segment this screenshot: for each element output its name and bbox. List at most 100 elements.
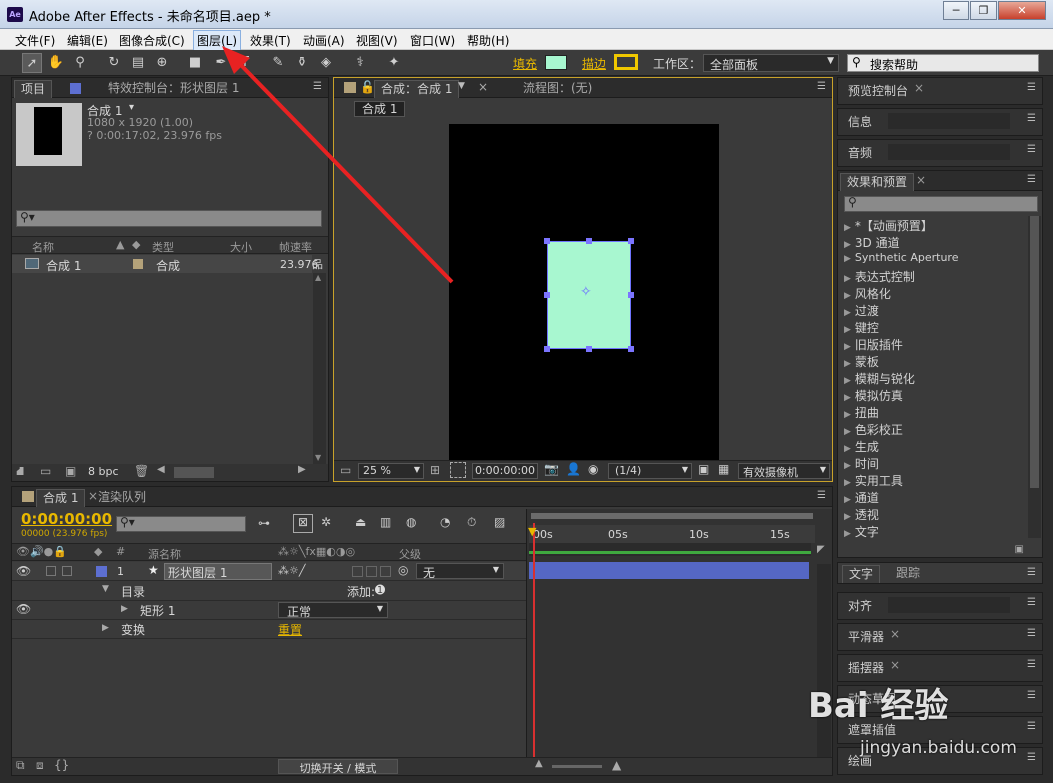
panel-menu-icon[interactable]: ☰ bbox=[1027, 82, 1036, 93]
panel-menu-icon[interactable]: ☰ bbox=[1027, 721, 1036, 732]
playhead-marker-icon[interactable]: ▼ bbox=[528, 525, 536, 538]
effect-category[interactable]: ▶ 透视 bbox=[844, 506, 879, 523]
timeline-vscroll[interactable] bbox=[817, 564, 831, 764]
minimize-button[interactable]: ─ bbox=[943, 1, 969, 20]
effect-category[interactable]: ▶ 旧版插件 bbox=[844, 336, 903, 353]
stroke-color-swatch[interactable] bbox=[614, 54, 638, 70]
rectangle-row[interactable]: 👁 ▶ 矩形 1 正常 ▼ bbox=[12, 601, 526, 620]
menu-layer[interactable]: 图层(L) bbox=[193, 30, 242, 51]
maximize-button[interactable]: ❐ bbox=[970, 1, 997, 20]
scroll-left-icon[interactable]: ◀ bbox=[157, 464, 165, 475]
brush-tool-icon[interactable]: ✎ bbox=[268, 53, 288, 73]
close-button[interactable]: ✕ bbox=[998, 1, 1046, 20]
effect-category[interactable]: ▶ 表达式控制 bbox=[844, 268, 915, 285]
comp-dropdown-icon[interactable]: ▾ bbox=[129, 102, 134, 113]
panel-menu-icon[interactable]: ☰ bbox=[1027, 659, 1036, 670]
graph-editor-icon[interactable]: ▨ bbox=[494, 515, 505, 529]
effect-category[interactable]: ▶ 3D 通道 bbox=[844, 234, 900, 251]
pen-tool-icon[interactable]: ✒ bbox=[211, 53, 231, 73]
shape-handle-r[interactable] bbox=[628, 292, 634, 298]
chevron-down-icon[interactable]: ▼ bbox=[458, 81, 465, 91]
comp-sub-tab[interactable]: 合成 1 bbox=[354, 101, 406, 117]
effect-category[interactable]: ▶ 文字 bbox=[844, 523, 879, 540]
comp-mini-flowchart-icon[interactable]: ⊶ bbox=[258, 516, 270, 530]
panel-menu-icon[interactable]: ☰ bbox=[1027, 567, 1036, 578]
tab-wiggler[interactable]: 摇摆器 bbox=[848, 659, 884, 676]
project-hscroll-thumb[interactable] bbox=[174, 467, 214, 478]
expand-triangle-icon[interactable]: ▼ bbox=[102, 584, 109, 594]
hand-tool-icon[interactable]: ✋ bbox=[46, 53, 66, 73]
work-area-bar[interactable] bbox=[531, 513, 813, 519]
expand-pane-icon[interactable]: ⧈ bbox=[36, 758, 44, 773]
tab-effects-presets[interactable]: 效果和预置 bbox=[840, 173, 915, 191]
col-type[interactable]: 类型 bbox=[152, 239, 174, 255]
col-name[interactable]: 名称 bbox=[32, 239, 54, 255]
show-snapshot-icon[interactable]: 👤 bbox=[566, 462, 581, 476]
col-fps[interactable]: 帧速率 bbox=[279, 239, 312, 255]
add-label[interactable]: 添加: bbox=[347, 583, 375, 600]
shape-handle-t[interactable] bbox=[586, 238, 592, 244]
live-update-icon[interactable]: ⊠ bbox=[293, 514, 313, 533]
effects-scrollbar[interactable] bbox=[1028, 216, 1041, 538]
layer-label-color[interactable] bbox=[96, 566, 107, 577]
camera-select[interactable]: 有效摄像机 ▼ bbox=[738, 463, 830, 479]
effects-search-input[interactable]: ⚲ bbox=[844, 195, 1038, 212]
pick-whip-icon[interactable]: ◎ bbox=[398, 563, 408, 577]
resolution-select[interactable]: (1/4) ▼ bbox=[608, 463, 692, 479]
zoom-out-icon[interactable]: ▲ bbox=[535, 758, 543, 769]
av-features-icon[interactable]: 👁🔊●🔒 bbox=[16, 545, 67, 558]
menu-animation[interactable]: 动画(A) bbox=[303, 32, 345, 49]
toggle-switches-modes-button[interactable]: 切换开关 / 模式 bbox=[278, 759, 398, 775]
timeline-graph-area[interactable]: 00s 05s 10s 15s ▼ ◤ bbox=[526, 509, 832, 775]
3d-layer-toggle[interactable] bbox=[380, 566, 391, 577]
text-tool-icon[interactable]: T bbox=[235, 53, 255, 73]
time-ruler[interactable]: 00s 05s 10s 15s bbox=[529, 525, 815, 543]
bit-depth[interactable]: 8 bpc bbox=[88, 465, 119, 478]
comp-marker-bin-icon[interactable]: ◤ bbox=[817, 544, 825, 555]
tab-composition[interactable]: 合成：合成 1 bbox=[374, 80, 460, 98]
timeline-zoom-slider[interactable] bbox=[552, 765, 602, 768]
eraser-tool-icon[interactable]: ◈ bbox=[316, 53, 336, 73]
safe-zones-icon[interactable]: ⊞ bbox=[430, 463, 440, 477]
lock-icon[interactable]: 🔓 bbox=[360, 80, 375, 94]
layer-search-input[interactable]: ⚲▾ bbox=[116, 515, 246, 532]
rectangle-tool-icon[interactable]: ■ bbox=[185, 53, 205, 73]
adjustment-toggle[interactable] bbox=[366, 566, 377, 577]
project-vertical-scrollbar[interactable]: ▲ ▼ bbox=[313, 273, 326, 464]
tab-info[interactable]: 信息 bbox=[848, 113, 872, 130]
transparency-grid-icon[interactable]: ▦ bbox=[718, 462, 729, 476]
tab-smoother[interactable]: 平滑器 bbox=[848, 628, 884, 645]
interpret-footage-icon[interactable]: ⛘ bbox=[16, 464, 24, 480]
scroll-right-icon[interactable]: ▶ bbox=[298, 464, 306, 475]
motion-blur-icon[interactable]: ◍ bbox=[406, 515, 416, 529]
effect-category[interactable]: ▶ 时间 bbox=[844, 455, 879, 472]
effect-category[interactable]: ▶ Synthetic Aperture bbox=[844, 251, 958, 264]
panel-menu-icon[interactable]: ☰ bbox=[817, 81, 826, 92]
expand-triangle-icon[interactable]: ▶ bbox=[102, 623, 109, 633]
tab-render-queue[interactable]: 渲染队列 bbox=[92, 489, 152, 507]
effect-category[interactable]: ▶ 生成 bbox=[844, 438, 879, 455]
layer-row[interactable]: 👁 1 ★ 形状图层 1 ⁂☼╱ ◎ 无 ▼ bbox=[12, 562, 526, 581]
effect-category[interactable]: ▶ 实用工具 bbox=[844, 472, 903, 489]
motion-blur-toggle[interactable] bbox=[352, 566, 363, 577]
camera-tool-icon[interactable]: ▤ bbox=[128, 53, 148, 73]
project-item-row[interactable]: 合成 1 合成 23.976 品 bbox=[12, 255, 323, 273]
panel-menu-icon[interactable]: ☰ bbox=[817, 490, 826, 501]
effect-category[interactable]: ▶ 键控 bbox=[844, 319, 879, 336]
tab-preview[interactable]: 预览控制台 bbox=[848, 82, 908, 99]
playhead[interactable] bbox=[533, 523, 535, 773]
effect-category[interactable]: ▶ 扭曲 bbox=[844, 404, 879, 421]
transform-row[interactable]: ▶ 变换 重置 bbox=[12, 620, 526, 639]
zoom-select[interactable]: 25 % ▼ bbox=[358, 463, 424, 479]
shape-handle-bl[interactable] bbox=[544, 346, 550, 352]
panel-menu-icon[interactable]: ☰ bbox=[1027, 628, 1036, 639]
close-tab-icon[interactable]: × bbox=[914, 81, 924, 95]
effect-category[interactable]: ▶ *【动画预置】 bbox=[844, 217, 933, 234]
new-preset-icon[interactable]: ▣ bbox=[1015, 544, 1024, 555]
zoom-in-icon[interactable]: ▲ bbox=[612, 758, 621, 772]
zoom-tool-icon[interactable]: ⚲ bbox=[70, 53, 90, 73]
puppet-pin-tool-icon[interactable]: ✦ bbox=[384, 53, 404, 73]
shape-handle-l[interactable] bbox=[544, 292, 550, 298]
label-color-chip[interactable] bbox=[133, 259, 143, 269]
label-tag-icon[interactable]: ◆ bbox=[94, 545, 102, 558]
